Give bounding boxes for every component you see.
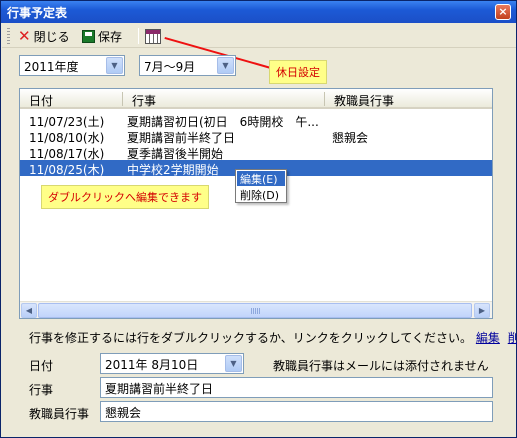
close-button[interactable]: ✕ 閉じる (18, 27, 70, 45)
close-x-icon: ✕ (18, 26, 31, 45)
year-select-value: 2011年度 (24, 60, 79, 74)
staff-event-input-value: 懇親会 (105, 406, 142, 420)
date-picker[interactable]: 2011年 8月10日 ▼ (100, 353, 244, 374)
event-input[interactable]: 夏期講習前半終了日 (100, 377, 493, 398)
scrollbar-thumb[interactable] (38, 303, 472, 318)
staff-event-input[interactable]: 懇親会 (100, 401, 493, 422)
window-close-button[interactable]: × (495, 4, 511, 20)
period-select[interactable]: 7月〜9月 ▼ (139, 55, 236, 76)
save-disk-icon (82, 29, 95, 43)
edit-link[interactable]: 編集 (476, 331, 500, 345)
toolbar-grip[interactable] (7, 28, 10, 44)
save-button-label: 保存 (98, 29, 123, 44)
row-event: 中学校2学期開始 (127, 163, 219, 177)
close-button-label: 閉じる (33, 29, 70, 44)
scrollbar-grip (251, 308, 260, 314)
table-row[interactable]: 11/07/23(土) 夏期講習初日(初日 6時開校 午... (20, 112, 492, 129)
chevron-down-icon[interactable]: ▼ (106, 57, 123, 74)
title-bar[interactable]: 行事予定表 × (1, 1, 516, 23)
help-text: 行事を修正するには行をダブルクリックするか、リンクをクリックしてください。 編集… (29, 329, 517, 346)
column-header-staff-event[interactable]: 教職員行事 (334, 92, 394, 109)
toolbar: ✕ 閉じる 保存 (2, 24, 516, 48)
row-date: 11/08/25(木) (29, 163, 105, 177)
chevron-down-icon[interactable]: ▼ (217, 57, 234, 74)
staff-event-label: 教職員行事 (29, 407, 90, 421)
window-title: 行事予定表 (7, 6, 68, 20)
schedule-window: 行事予定表 × ✕ 閉じる 保存 休日設定 2011年度 ▼ 7月〜9月 ▼ 日… (0, 0, 517, 438)
close-icon: × (498, 5, 508, 18)
help-text-body: 行事を修正するには行をダブルクリックするか、リンクをクリックしてください。 (29, 331, 473, 345)
column-header-event[interactable]: 行事 (132, 92, 156, 109)
column-divider[interactable] (122, 92, 123, 106)
delete-link[interactable]: 削除 (508, 331, 517, 345)
mail-notice: 教職員行事はメールには添付されません (273, 359, 489, 373)
horizontal-scrollbar[interactable]: ◀ ▶ (20, 301, 492, 318)
scroll-left-icon[interactable]: ◀ (21, 303, 37, 318)
table-row[interactable]: 11/08/17(水) 夏季講習後半開始 (20, 144, 492, 161)
events-listview[interactable]: 日付 行事 教職員行事 11/07/23(土) 夏期講習初日(初日 6時開校 午… (19, 88, 493, 319)
period-select-value: 7月〜9月 (144, 60, 196, 74)
context-menu-edit[interactable]: 編集(E) (237, 171, 285, 186)
holiday-settings-tooltip: 休日設定 (269, 60, 327, 84)
list-header: 日付 行事 教職員行事 (20, 89, 492, 109)
year-select[interactable]: 2011年度 ▼ (19, 55, 125, 76)
date-picker-value: 2011年 8月10日 (105, 358, 199, 372)
calendar-icon (145, 28, 161, 44)
double-click-tooltip: ダブルクリックへ編集できます (41, 185, 209, 209)
holiday-settings-button[interactable] (145, 27, 161, 45)
event-label: 行事 (29, 383, 54, 397)
event-input-value: 夏期講習前半終了日 (105, 382, 214, 396)
chevron-down-icon[interactable]: ▼ (225, 355, 242, 372)
column-divider[interactable] (324, 92, 325, 106)
context-menu-delete[interactable]: 削除(D) (237, 187, 285, 202)
scroll-right-icon[interactable]: ▶ (474, 303, 490, 318)
table-row[interactable]: 11/08/10(水) 夏期講習前半終了日 懇親会 (20, 128, 492, 145)
column-header-date[interactable]: 日付 (29, 92, 53, 109)
context-menu: 編集(E) 削除(D) (235, 169, 287, 203)
toolbar-separator (138, 28, 139, 44)
date-label: 日付 (29, 359, 54, 373)
save-button[interactable]: 保存 (82, 27, 122, 45)
